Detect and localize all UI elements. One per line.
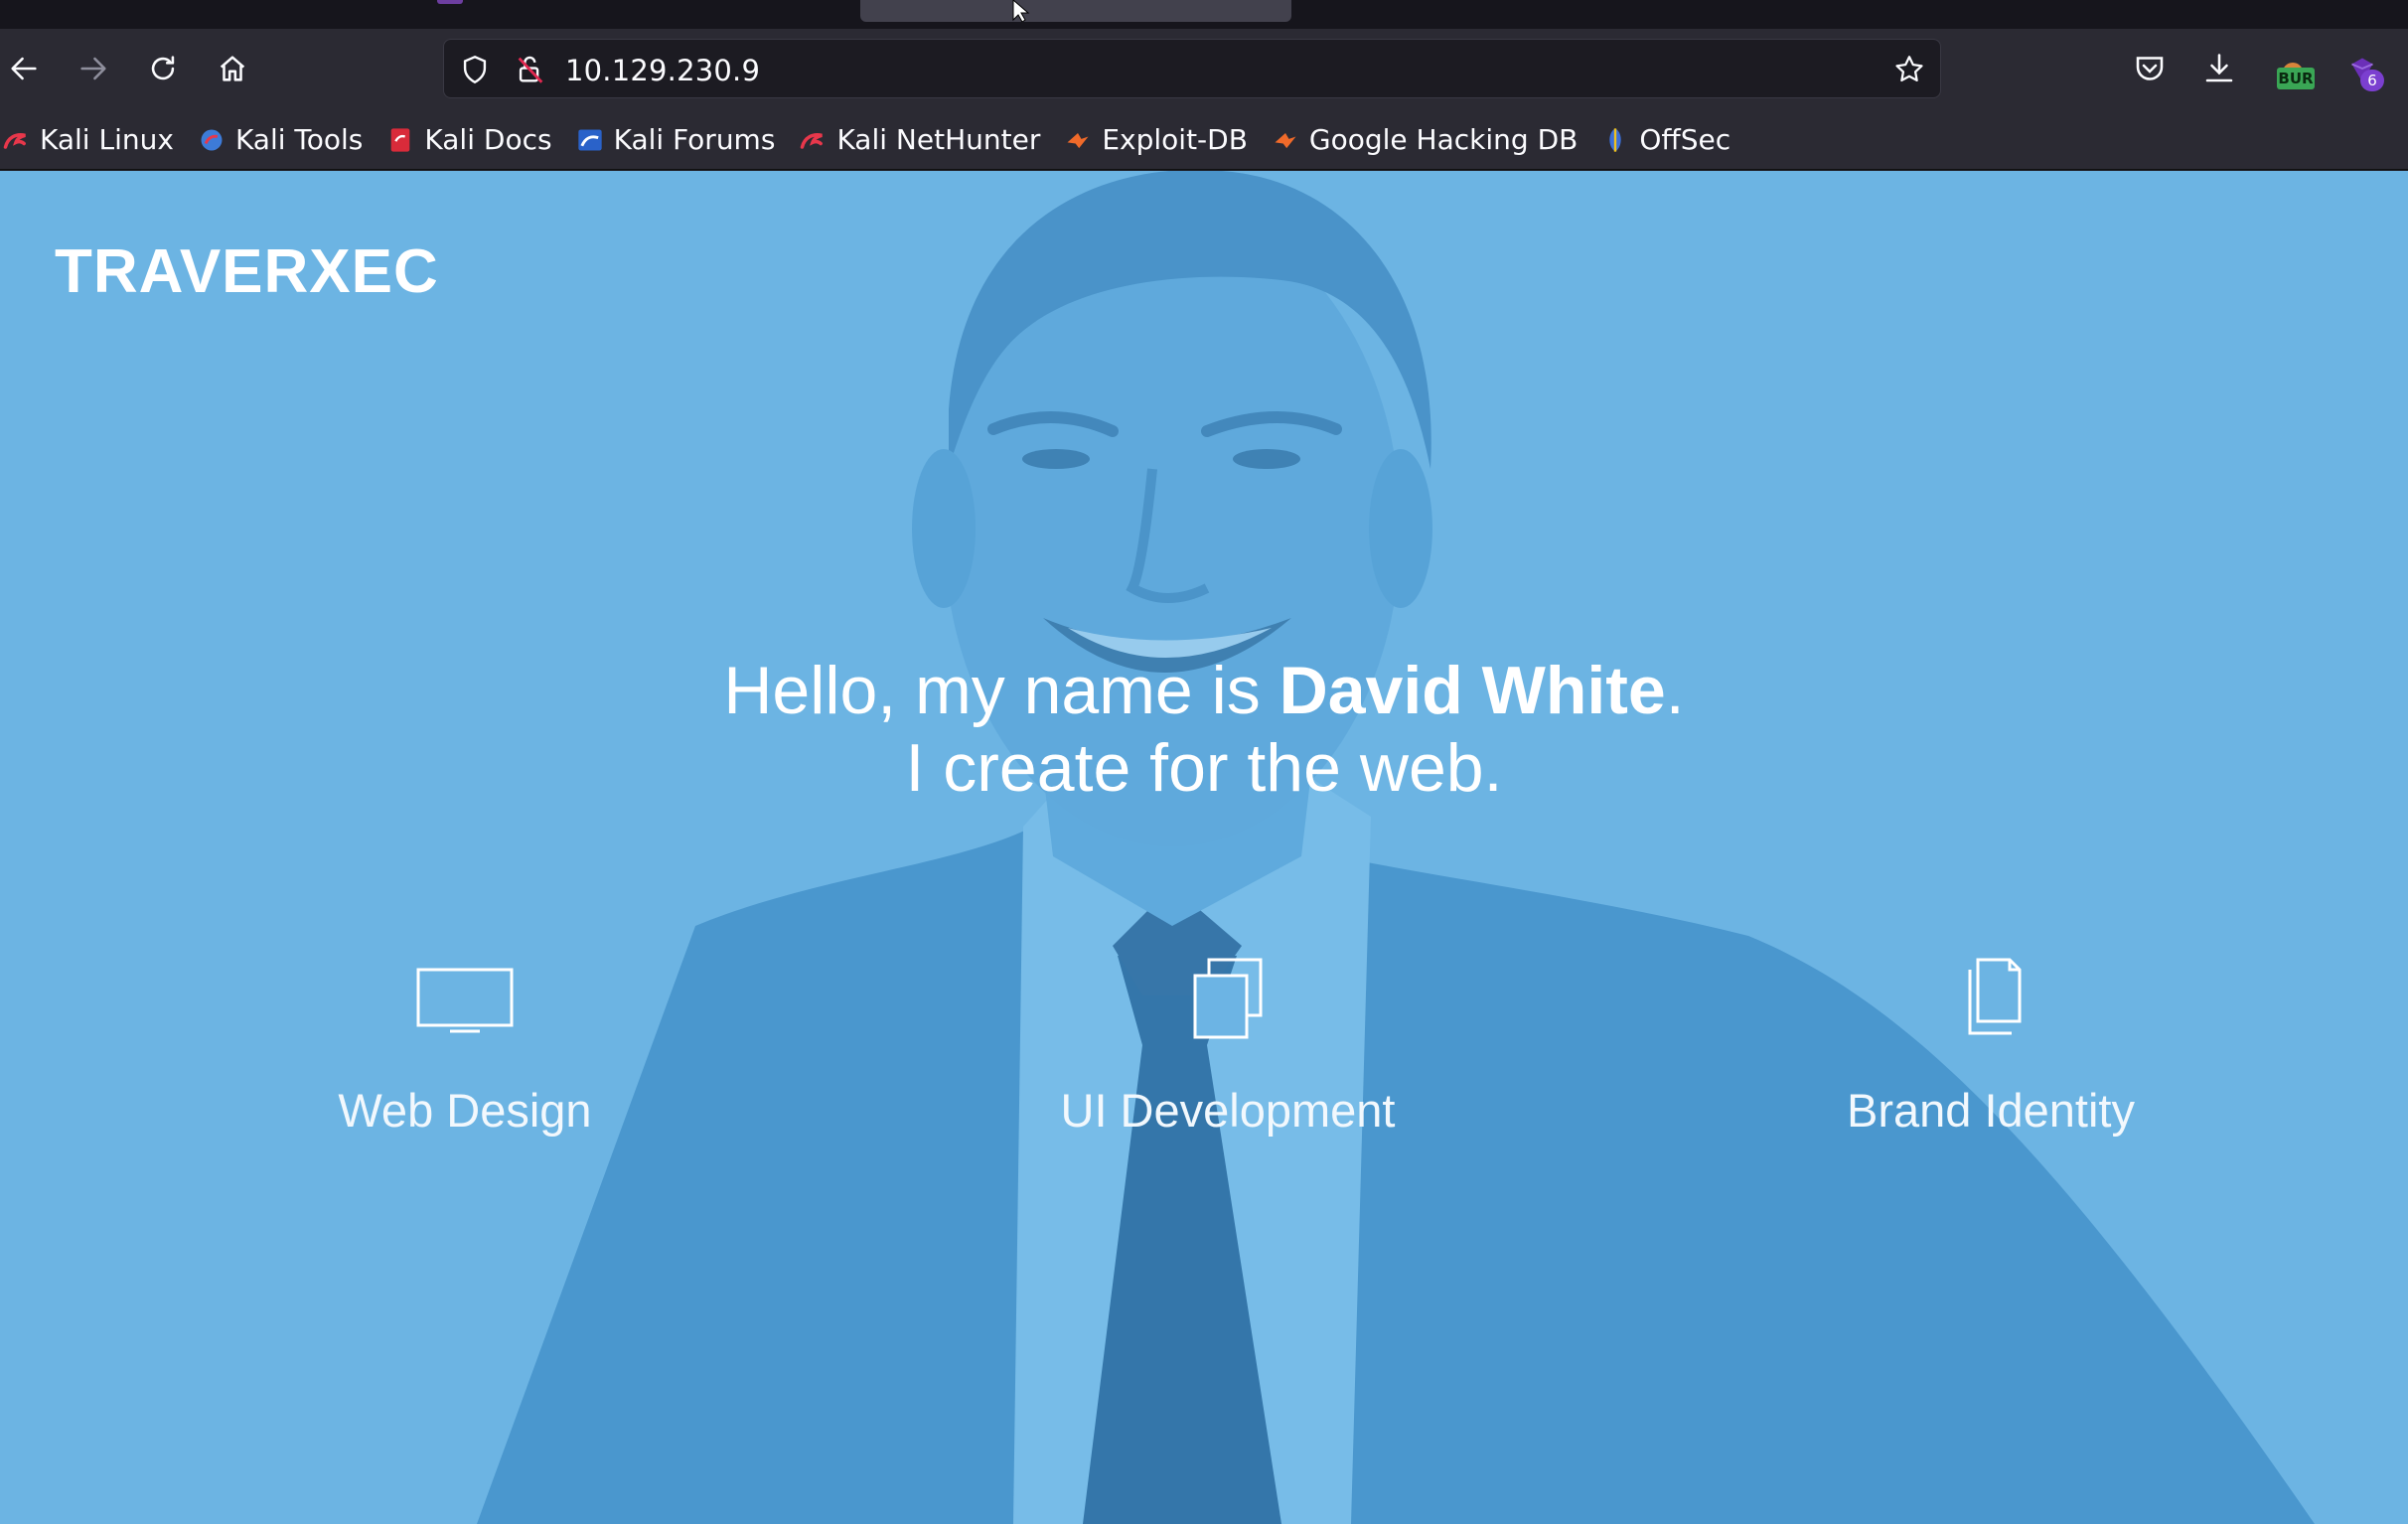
pocket-icon <box>2136 57 2164 80</box>
kali-forums-icon <box>577 129 602 150</box>
tab-indicator[interactable] <box>437 0 463 4</box>
bookmark-kali-forums[interactable]: Kali Forums <box>576 118 786 162</box>
address-bar[interactable]: 10.129.230.9 <box>443 39 1941 98</box>
service-web-design: Web Design <box>217 956 713 1138</box>
pocket-button[interactable] <box>2124 43 2176 94</box>
service-label: Web Design <box>338 1084 592 1137</box>
tab-strip <box>0 0 2408 29</box>
hero-name: David White <box>1279 653 1666 728</box>
hero-greeting-line: Hello, my name is David White. <box>0 652 2408 729</box>
service-label: UI Development <box>1060 1084 1396 1137</box>
bookmark-kali-tools[interactable]: Kali Tools <box>198 118 373 162</box>
insecure-lock-icon[interactable] <box>514 53 547 86</box>
kali-docs-icon <box>391 127 410 152</box>
kali-nethunter-icon <box>801 132 824 149</box>
back-button[interactable] <box>0 43 50 94</box>
site-logo[interactable]: TRAVERXEC <box>55 236 439 307</box>
page-viewport: TRAVERXEC Hello, my name is David White.… <box>0 171 2408 1524</box>
stacked-windows-icon <box>1193 958 1263 1039</box>
hero-tagline: I create for the web. <box>905 730 1503 806</box>
service-brand-identity: Brand Identity <box>1742 956 2239 1138</box>
bookmark-kali-docs[interactable]: Kali Docs <box>386 118 561 162</box>
kali-tools-icon <box>201 129 223 150</box>
reload-button[interactable] <box>137 43 189 94</box>
bookmark-google-hacking-db[interactable]: Google Hacking DB <box>1272 118 1587 162</box>
service-label: Brand Identity <box>1846 1084 2135 1137</box>
service-ui-development: UI Development <box>979 956 1476 1138</box>
hero-greeting: Hello, my name is <box>723 653 1279 728</box>
hero-period: . <box>1665 653 1685 728</box>
exploit-db-icon <box>1067 132 1089 148</box>
active-tab[interactable] <box>860 0 1291 22</box>
home-button[interactable] <box>207 43 258 94</box>
forward-button[interactable] <box>68 43 119 94</box>
arrow-right-icon <box>80 57 106 80</box>
bookmark-exploit-db[interactable]: Exploit-DB <box>1064 118 1258 162</box>
documents-icon <box>1968 958 2022 1035</box>
home-icon <box>220 56 245 81</box>
downloads-button[interactable] <box>2193 43 2245 94</box>
bookmark-kali-linux[interactable]: Kali Linux <box>2 118 184 162</box>
bookmark-offsec[interactable]: OffSec <box>1601 118 1740 162</box>
download-icon <box>2205 54 2233 82</box>
bookmark-star-icon[interactable] <box>1892 53 1926 86</box>
bookmark-kali-nethunter[interactable]: Kali NetHunter <box>799 118 1050 162</box>
arrow-left-icon <box>11 57 37 80</box>
url-text[interactable]: 10.129.230.9 <box>565 54 760 87</box>
reload-icon <box>151 56 175 80</box>
hero-background-photo <box>0 171 2408 1524</box>
bookmarks-toolbar: Kali Linux Kali Tools Kali Docs Kali For… <box>0 110 2408 170</box>
ghdb-icon <box>1275 132 1296 148</box>
mouse-cursor-icon <box>1012 0 1030 22</box>
offsec-icon <box>1609 127 1622 152</box>
extension-count-badge: 6 <box>2360 70 2384 91</box>
navigation-toolbar: 10.129.230.9 BUR 6 <box>0 29 2408 110</box>
hero-heading: Hello, my name is David White. I create … <box>0 652 2408 807</box>
kali-icon <box>3 132 26 149</box>
tracking-protection-shield-icon[interactable] <box>458 53 492 86</box>
burp-badge: BUR <box>2277 68 2315 89</box>
monitor-icon <box>416 968 514 1033</box>
